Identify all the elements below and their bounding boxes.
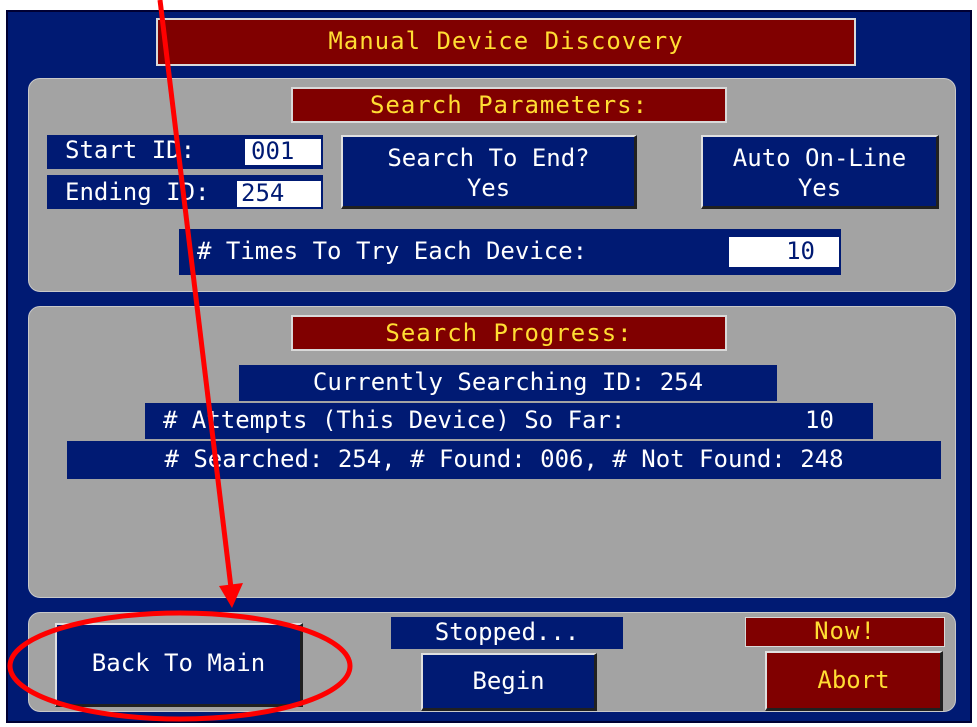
annotation-ellipse (7, 610, 353, 722)
annotation-overlay (7, 0, 353, 722)
annotation-arrow-line (157, 0, 235, 597)
annotation-arrow-head (219, 583, 243, 608)
